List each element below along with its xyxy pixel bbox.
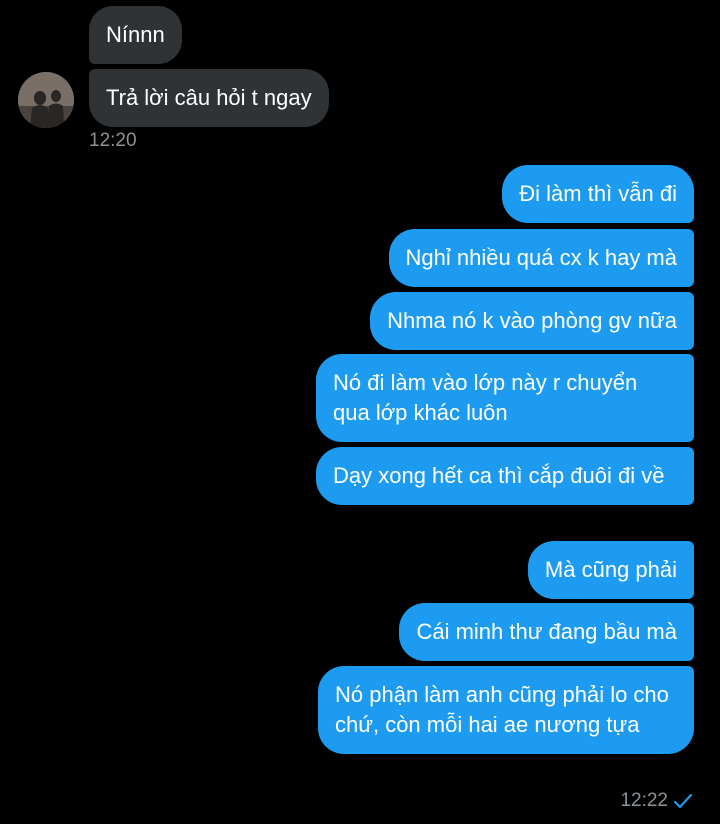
read-check-icon bbox=[673, 793, 693, 809]
outgoing-message[interactable]: Nó phận làm anh cũng phải lo cho chứ, cò… bbox=[318, 666, 694, 754]
outgoing-message[interactable]: Dạy xong hết ca thì cắp đuôi đi về bbox=[316, 447, 694, 505]
avatar[interactable] bbox=[18, 72, 74, 128]
outgoing-message[interactable]: Nghỉ nhiều quá cx k hay mà bbox=[388, 229, 694, 287]
outgoing-message[interactable]: Đi làm thì vẫn đi bbox=[502, 165, 694, 223]
outgoing-timestamp: 12:22 bbox=[620, 790, 668, 811]
incoming-timestamp: 12:20 bbox=[89, 130, 137, 151]
outgoing-message[interactable]: Nó đi làm vào lớp này r chuyển qua lớp k… bbox=[316, 354, 694, 442]
outgoing-message[interactable]: Cái minh thư đang bầu mà bbox=[399, 603, 694, 661]
incoming-message[interactable]: Trả lời câu hỏi t ngay bbox=[89, 69, 329, 127]
incoming-message[interactable]: Nínnn bbox=[89, 6, 182, 64]
outgoing-message[interactable]: Mà cũng phải bbox=[527, 541, 694, 599]
conversation: Nínnn Trả lời câu hỏi t ngay 12:20 Đi là… bbox=[0, 0, 720, 824]
outgoing-message[interactable]: Nhma nó k vào phòng gv nữa bbox=[370, 292, 694, 350]
avatar-image bbox=[18, 72, 74, 128]
